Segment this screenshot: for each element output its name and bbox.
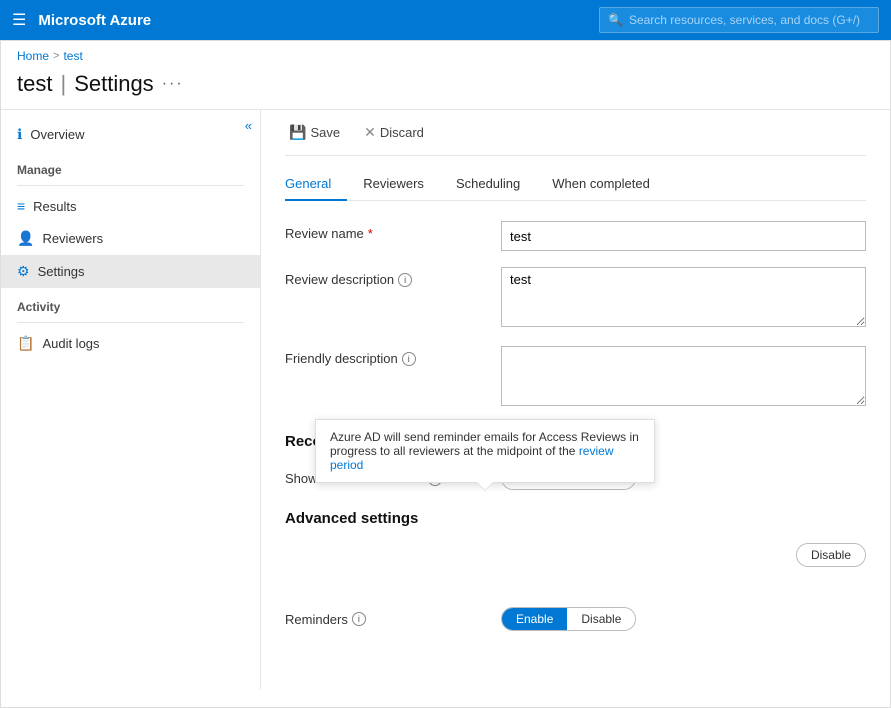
required-indicator: * bbox=[368, 226, 373, 241]
discard-label: Discard bbox=[380, 125, 424, 140]
sidebar-item-label-reviewers: Reviewers bbox=[42, 231, 103, 246]
review-description-info-icon[interactable]: i bbox=[398, 273, 412, 287]
sidebar-divider-1 bbox=[17, 185, 244, 186]
sidebar-item-audit-logs[interactable]: 📋 Audit logs bbox=[1, 327, 260, 360]
app-title: Microsoft Azure bbox=[38, 12, 151, 29]
gear-icon: ⚙ bbox=[17, 263, 30, 280]
breadcrumb-sep1: > bbox=[53, 50, 59, 62]
sidebar-item-label-results: Results bbox=[33, 199, 76, 214]
tab-when-completed[interactable]: When completed bbox=[536, 168, 666, 201]
more-options-icon[interactable]: ··· bbox=[162, 75, 184, 93]
sidebar-activity-section: Activity bbox=[1, 288, 260, 318]
discard-button[interactable]: ✕ Discard bbox=[360, 122, 428, 143]
reminders-toggle-group: Enable Disable bbox=[501, 607, 636, 631]
page-title: test bbox=[17, 71, 52, 97]
sidebar-item-label-overview: Overview bbox=[30, 127, 84, 142]
save-icon: 💾 bbox=[289, 124, 306, 141]
page-title-row: test | Settings ··· bbox=[1, 67, 890, 109]
form-row-review-description: Review description i bbox=[285, 267, 866, 330]
sidebar-item-label-settings: Settings bbox=[38, 264, 85, 279]
tooltip-disable-area: Disable bbox=[796, 543, 866, 567]
sidebar-item-label-audit: Audit logs bbox=[42, 336, 99, 351]
discard-icon: ✕ bbox=[364, 124, 376, 141]
review-name-label: Review name * bbox=[285, 221, 485, 241]
friendly-description-input[interactable] bbox=[501, 346, 866, 406]
review-name-control bbox=[501, 221, 866, 251]
friendly-description-label: Friendly description i bbox=[285, 346, 485, 366]
info-icon: ℹ bbox=[17, 126, 22, 143]
reminders-row: Reminders i Enable Disable bbox=[285, 607, 866, 631]
friendly-description-info-icon[interactable]: i bbox=[402, 352, 416, 366]
friendly-description-control bbox=[501, 346, 866, 409]
hamburger-icon[interactable]: ☰ bbox=[12, 10, 26, 30]
doc-icon: 📋 bbox=[17, 335, 34, 352]
review-description-input[interactable] bbox=[501, 267, 866, 327]
advanced-settings-heading: Advanced settings bbox=[285, 510, 866, 527]
reminders-enable-btn[interactable]: Enable bbox=[502, 608, 567, 630]
form-section: Review name * Review description i bbox=[285, 221, 866, 409]
search-bar[interactable]: 🔍 bbox=[599, 7, 879, 33]
tab-scheduling[interactable]: Scheduling bbox=[440, 168, 536, 201]
tab-reviewers[interactable]: Reviewers bbox=[347, 168, 440, 201]
tab-general[interactable]: General bbox=[285, 168, 347, 201]
sidebar-item-reviewers[interactable]: 👤 Reviewers bbox=[1, 222, 260, 255]
reminders-info-icon[interactable]: i bbox=[352, 612, 366, 626]
page-wrapper: Home > test test | Settings ··· « ℹ Over… bbox=[0, 40, 891, 708]
review-description-label: Review description i bbox=[285, 267, 485, 287]
sidebar-manage-section: Manage bbox=[1, 151, 260, 181]
tabs: General Reviewers Scheduling When comple… bbox=[285, 168, 866, 201]
breadcrumb-home[interactable]: Home bbox=[17, 49, 49, 63]
sidebar-collapse-icon[interactable]: « bbox=[245, 118, 252, 133]
page-subtitle: Settings bbox=[74, 71, 154, 97]
tooltip-disable-toggle: Disable bbox=[796, 543, 866, 567]
content-area: « ℹ Overview Manage ≡ Results 👤 Reviewer… bbox=[1, 109, 890, 689]
sidebar-divider-2 bbox=[17, 322, 244, 323]
top-bar: ☰ Microsoft Azure 🔍 bbox=[0, 0, 891, 40]
tooltip-callout: Azure AD will send reminder emails for A… bbox=[315, 419, 655, 483]
breadcrumb: Home > test bbox=[1, 41, 890, 67]
toolbar: 💾 Save ✕ Discard bbox=[285, 122, 866, 156]
sidebar-item-settings[interactable]: ⚙ Settings bbox=[1, 255, 260, 288]
tooltip-disable-btn[interactable]: Disable bbox=[797, 544, 865, 566]
search-input[interactable] bbox=[629, 13, 870, 27]
breadcrumb-current[interactable]: test bbox=[63, 49, 82, 63]
main-panel: 💾 Save ✕ Discard General Reviewers Sched… bbox=[261, 110, 890, 689]
sidebar: « ℹ Overview Manage ≡ Results 👤 Reviewer… bbox=[1, 110, 261, 689]
person-icon: 👤 bbox=[17, 230, 34, 247]
form-row-friendly-description: Friendly description i bbox=[285, 346, 866, 409]
reminders-label: Reminders i bbox=[285, 612, 485, 627]
form-row-review-name: Review name * bbox=[285, 221, 866, 251]
review-name-input[interactable] bbox=[501, 221, 866, 251]
search-icon: 🔍 bbox=[608, 13, 623, 27]
sidebar-item-overview[interactable]: ℹ Overview bbox=[1, 118, 260, 151]
list-icon: ≡ bbox=[17, 198, 25, 214]
reminders-disable-btn[interactable]: Disable bbox=[567, 608, 635, 630]
title-sep: | bbox=[60, 71, 66, 97]
sidebar-item-results[interactable]: ≡ Results bbox=[1, 190, 260, 222]
save-button[interactable]: 💾 Save bbox=[285, 122, 344, 143]
save-label: Save bbox=[310, 125, 340, 140]
review-description-control bbox=[501, 267, 866, 330]
